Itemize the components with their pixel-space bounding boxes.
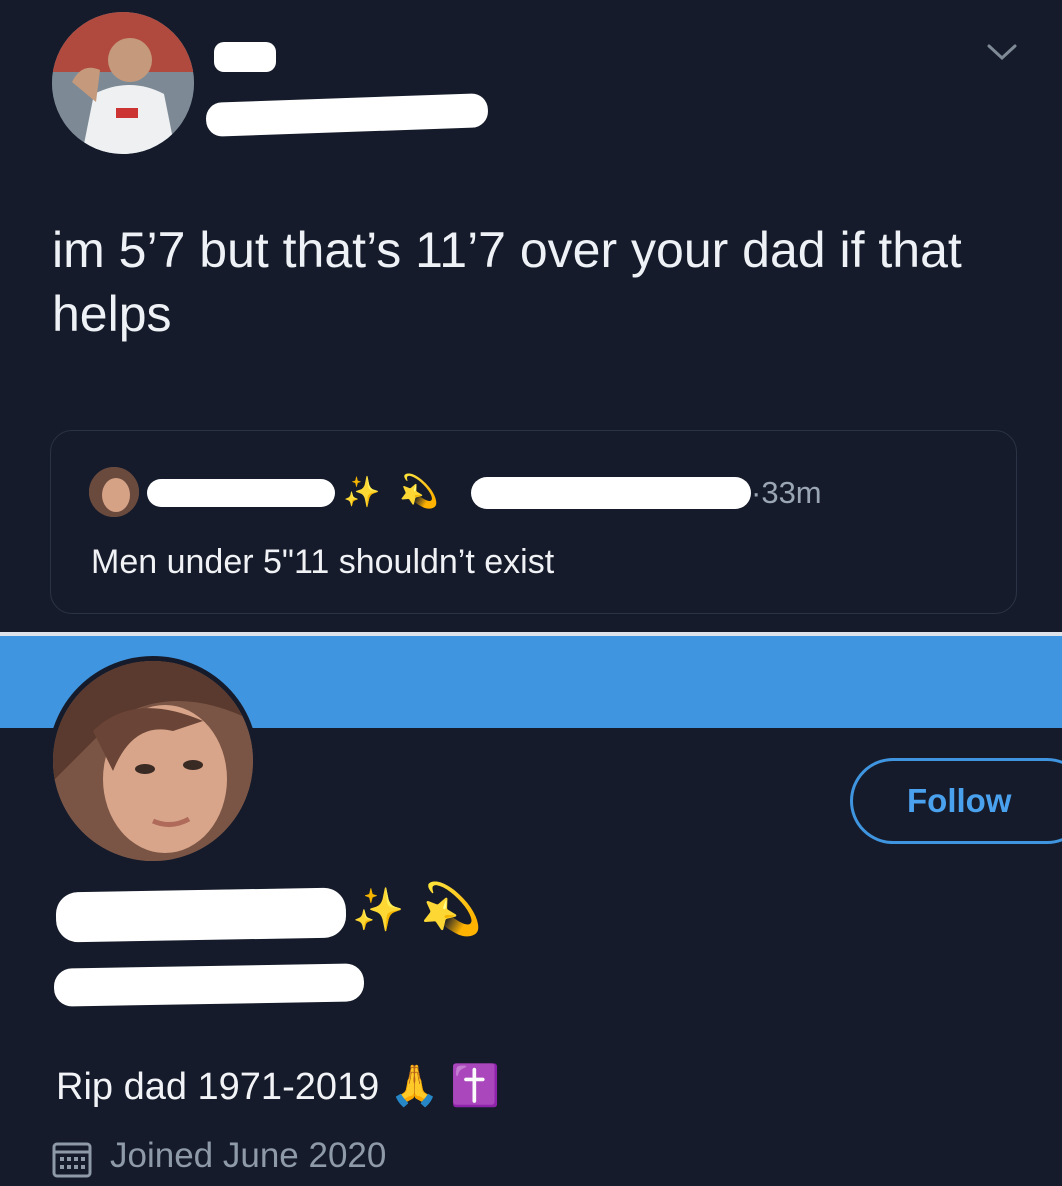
- folded-hands-emoji: 🙏: [389, 1064, 440, 1108]
- redacted-quoted-name: [147, 479, 335, 507]
- sparkles-emoji: ✨: [343, 476, 381, 509]
- quoted-author-avatar[interactable]: [89, 467, 139, 517]
- calendar-icon: [52, 1142, 92, 1178]
- chevron-down-icon[interactable]: [985, 40, 1019, 64]
- profile-bio: Rip dad 1971-2019 🙏 ✝️: [56, 1062, 500, 1109]
- sparkles-emoji: ✨: [352, 886, 405, 933]
- tweet: im 5’7 but that’s 11’7 over your dad if …: [0, 0, 1062, 632]
- quoted-tweet-time: ·33m: [751, 475, 822, 510]
- quoted-tweet-text: Men under 5"11 shouldn’t exist: [91, 543, 555, 581]
- latin-cross-emoji: ✝️: [450, 1064, 501, 1108]
- bio-text: Rip dad 1971-2019: [56, 1066, 380, 1108]
- redacted-display-name: [214, 42, 276, 72]
- dizzy-emoji: 💫: [420, 881, 483, 937]
- tweet-text: im 5’7 but that’s 11’7 over your dad if …: [52, 222, 962, 342]
- profile-avatar[interactable]: [48, 656, 258, 866]
- redacted-profile-username: [53, 963, 365, 1007]
- tweet-author-avatar[interactable]: [52, 12, 194, 154]
- joined-date-text: Joined June 2020: [110, 1136, 387, 1175]
- redacted-profile-name: [55, 887, 347, 943]
- follow-button[interactable]: Follow: [850, 758, 1062, 844]
- dizzy-emoji: 💫: [399, 473, 439, 509]
- quoted-tweet[interactable]: ✨ 💫 ·33m Men under 5"11 shouldn’t exist: [50, 430, 1017, 614]
- redacted-quoted-username: [471, 477, 751, 509]
- redacted-username: [205, 93, 489, 137]
